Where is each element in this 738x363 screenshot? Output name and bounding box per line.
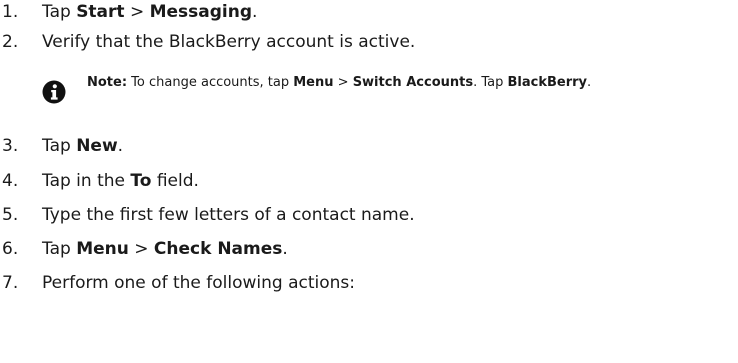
step-number: 4. [2,171,19,191]
note-callout: Note: To change accounts, tap Menu > Swi… [42,72,732,112]
step-text: Tap Start > Messaging. [42,2,258,22]
step-text: Tap in the To field. [42,171,199,191]
step-number: 3. [2,136,19,156]
step-text: Perform one of the following actions: [42,273,356,293]
step-number: 2. [2,32,19,52]
info-icon [42,80,66,104]
step-text: Tap New. [42,136,124,156]
step-number: 1. [2,2,19,22]
step-number: 6. [2,239,19,259]
step-number: 5. [2,205,19,225]
step-text: Type the first few letters of a contact … [42,205,415,225]
note-text: Note: To change accounts, tap Menu > Swi… [87,75,592,90]
step-text: Verify that the BlackBerry account is ac… [42,32,416,52]
step-number: 7. [2,273,19,293]
step-text: Tap Menu > Check Names. [42,239,288,259]
